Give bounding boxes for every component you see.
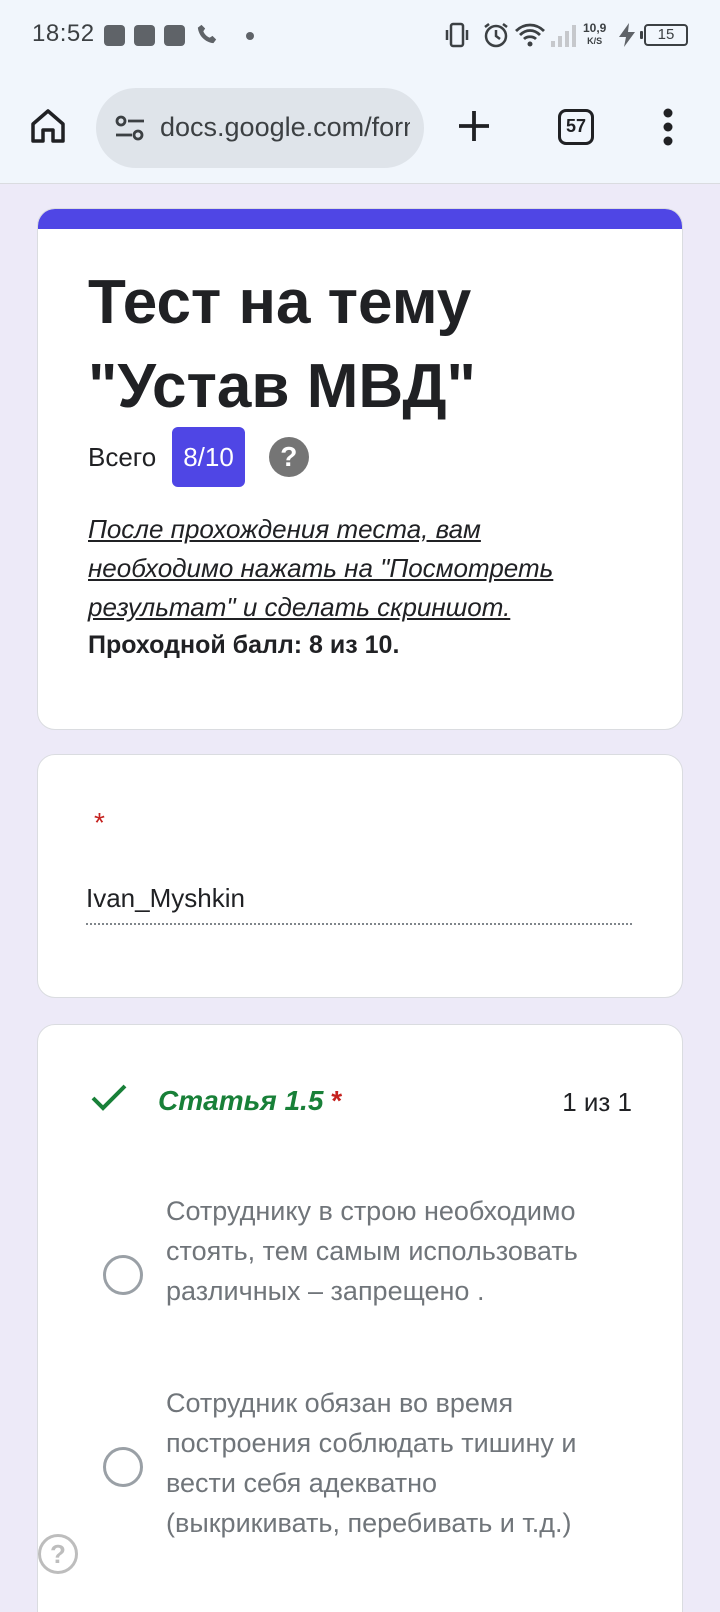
question-score: 1 из 1	[562, 1087, 632, 1117]
address-bar[interactable]: docs.google.com/forms	[96, 88, 424, 168]
more-notifications-dot	[246, 32, 254, 40]
url-text: docs.google.com/forms	[160, 112, 410, 142]
status-bar: 18:52 10,9 K/S 15	[0, 0, 720, 72]
total-score-label: Всего	[88, 441, 157, 472]
home-icon[interactable]	[28, 106, 68, 146]
question-card: Статья 1.5 * 1 из 1 Сотруднику в строю н…	[37, 1024, 683, 1612]
notification-app-icon	[104, 25, 125, 46]
option-label: Сотрудник обязан во время построения соб…	[166, 1388, 577, 1538]
required-mark: *	[331, 1085, 343, 1116]
notification-app-icon	[134, 25, 155, 46]
tabs-icon[interactable]: 57	[558, 109, 594, 145]
total-score-badge: 8/10	[172, 427, 245, 487]
more-vert-icon[interactable]	[662, 108, 674, 146]
call-icon	[197, 24, 217, 44]
name-question-card: * Ivan_Myshkin	[37, 754, 683, 998]
vibrate-icon	[445, 22, 469, 48]
answer-underline	[86, 923, 632, 925]
answer-option[interactable]: Сотруднику в строю необходимо стоять, те…	[38, 1191, 682, 1361]
form-title: Тест на тему "Устав МВД"	[88, 268, 476, 421]
radio-button[interactable]	[103, 1447, 143, 1487]
browser-toolbar: docs.google.com/forms 57	[0, 72, 720, 184]
charging-icon	[619, 23, 635, 47]
battery-indicator: 15	[640, 24, 688, 46]
help-icon[interactable]: ?	[268, 437, 309, 477]
network-speed: 10,9 K/S	[583, 21, 607, 47]
tune-icon[interactable]	[114, 114, 146, 142]
signal-icon	[551, 25, 576, 47]
answer-option[interactable]: Сотрудник обязан во время построения соб…	[38, 1383, 682, 1553]
total-score-row: Всего 8/10 ?	[88, 427, 309, 487]
notification-app-icon	[164, 25, 185, 46]
form-accent-bar	[38, 209, 682, 229]
passing-score: Проходной балл: 8 из 10.	[88, 631, 400, 659]
help-fab-icon[interactable]: ?	[38, 1534, 78, 1574]
wifi-icon	[515, 23, 545, 47]
alarm-icon	[484, 23, 508, 48]
name-answer: Ivan_Myshkin	[86, 883, 245, 913]
check-icon	[91, 1084, 127, 1111]
question-title: Статья 1.5 *	[158, 1085, 343, 1116]
status-time: 18:52	[32, 20, 95, 47]
form-description: После прохождения теста, вам необходимо …	[88, 514, 554, 622]
radio-button[interactable]	[103, 1255, 143, 1295]
required-mark: *	[94, 807, 105, 838]
plus-icon[interactable]	[456, 108, 492, 144]
option-label: Сотруднику в строю необходимо стоять, те…	[166, 1196, 578, 1306]
form-header-card: Тест на тему "Устав МВД" Всего 8/10 ? По…	[37, 208, 683, 730]
